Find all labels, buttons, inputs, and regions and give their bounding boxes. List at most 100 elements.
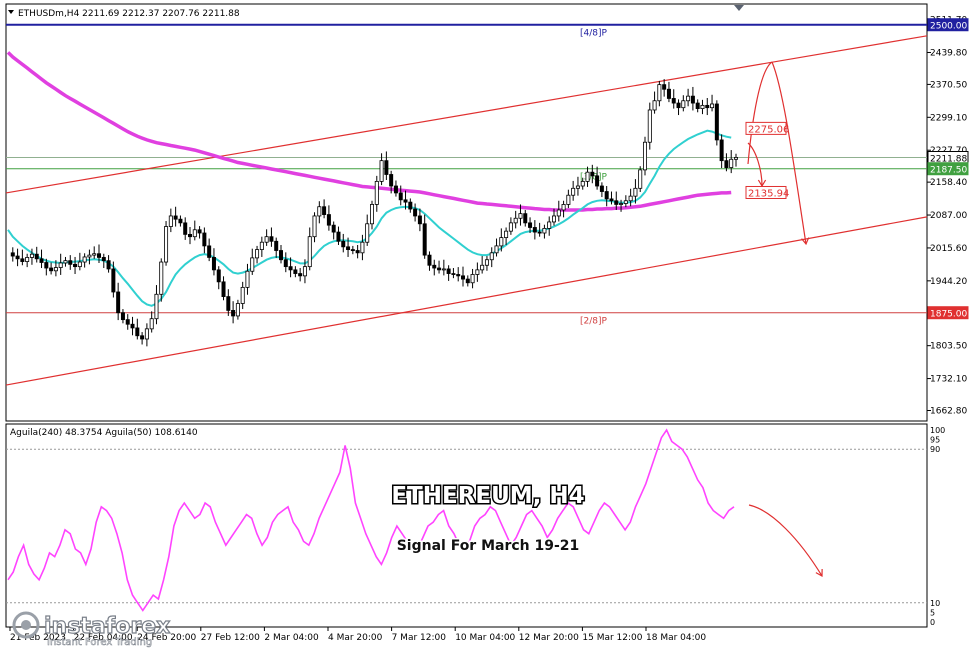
candle-body — [628, 195, 633, 202]
candle-body — [676, 102, 681, 109]
candle-body — [422, 223, 427, 256]
candle-body — [580, 180, 585, 187]
indicator-tick-label: 100 — [930, 426, 945, 435]
candle-body — [441, 268, 446, 271]
candle-body — [714, 103, 719, 141]
price-tick-label: 1944.20 — [930, 277, 967, 287]
price-tick-label: 1662.80 — [930, 406, 967, 416]
candle-body — [633, 187, 638, 197]
candle-body — [417, 215, 422, 225]
candle-body — [499, 237, 504, 247]
candle-body — [638, 169, 643, 189]
annotation-label-0: 2275.06 — [748, 124, 789, 135]
axis-price-tag-label-0: 2500.00 — [930, 22, 967, 32]
candle-body — [695, 102, 700, 109]
candle-body — [326, 214, 331, 226]
candle-body — [264, 236, 269, 243]
candle-body — [413, 208, 418, 217]
candle-body — [480, 264, 485, 271]
candle-body — [120, 312, 125, 321]
candle-body — [255, 249, 260, 259]
candle-body — [547, 221, 552, 229]
candle-body — [571, 187, 576, 196]
candle-body — [427, 254, 432, 266]
candle-body — [44, 262, 49, 269]
candle-body — [274, 240, 279, 251]
candle-body — [159, 261, 164, 295]
candle-body — [116, 291, 121, 314]
candle-body — [590, 171, 595, 177]
price-tick-label: 2015.60 — [930, 244, 967, 254]
time-tick-label: 7 Mar 12:00 — [392, 633, 447, 643]
trading-chart[interactable]: [4/8]P[3/8]P[2/8]P 2275.062135.94 2511.7… — [0, 0, 976, 650]
candle-body — [465, 278, 470, 284]
candle-body — [322, 206, 327, 215]
candle-body — [556, 209, 561, 217]
candle-body — [312, 215, 317, 238]
candle-body — [49, 267, 54, 272]
candle-body — [609, 198, 614, 202]
brand-tagline: Instant Forex Trading — [47, 637, 152, 648]
candle-body — [595, 175, 600, 187]
candle-body — [331, 224, 336, 233]
candle-body — [29, 253, 34, 258]
candle-body — [604, 191, 609, 200]
candle-body — [710, 103, 715, 109]
candle-body — [73, 263, 78, 268]
candle-body — [432, 264, 437, 269]
candle-body — [168, 215, 173, 227]
candle-body — [183, 222, 188, 235]
overlay-subtitle: Signal For March 19-21 — [397, 538, 580, 554]
candle-body — [341, 240, 346, 248]
candle-body — [140, 335, 145, 340]
indicator-tick-label: 90 — [930, 445, 940, 454]
candle-body — [403, 199, 408, 203]
candle-body — [523, 213, 528, 224]
candle-body — [207, 245, 212, 258]
candle-body — [178, 218, 183, 224]
candle-body — [317, 206, 322, 217]
candle-body — [226, 296, 231, 311]
indicator-info: Aguila(240) 48.3754 Aguila(50) 108.6140 — [10, 428, 198, 438]
candle-body — [456, 274, 461, 277]
candle-body — [39, 258, 44, 263]
candle-body — [700, 104, 705, 109]
candle-body — [542, 227, 547, 234]
candle-body — [643, 141, 648, 171]
candle-body — [346, 246, 351, 250]
price-tick-label: 1803.50 — [930, 342, 967, 352]
indicator-tick-label: 5 — [930, 608, 935, 617]
candle-body — [705, 104, 710, 109]
indicator-tick-label: 95 — [930, 436, 940, 445]
candle-body — [614, 200, 619, 205]
candle-body — [671, 98, 676, 104]
candle-body — [623, 200, 628, 204]
logo-dot-icon — [21, 620, 31, 630]
candle-body — [389, 174, 394, 187]
candle-body — [97, 253, 102, 258]
candle-body — [250, 257, 255, 272]
candle-body — [690, 95, 695, 104]
candle-body — [92, 253, 97, 256]
candle-body — [202, 232, 207, 247]
candle-body — [724, 160, 729, 168]
price-tick-label: 2299.10 — [930, 113, 967, 123]
candle-body — [15, 255, 20, 260]
candle-body — [446, 268, 451, 274]
candle-body — [460, 275, 465, 280]
brand-name: instaforex — [44, 614, 170, 639]
candle-body — [686, 95, 691, 102]
candle-body — [231, 310, 236, 317]
candle-body — [293, 269, 298, 274]
time-tick-label: 2 Mar 04:00 — [264, 633, 319, 643]
candle-body — [82, 256, 87, 263]
candle-body — [599, 185, 604, 192]
candle-body — [379, 160, 384, 182]
candle-body — [10, 252, 15, 257]
symbol-info: ETHUSDm,H4 2211.69 2212.37 2207.76 2211.… — [18, 9, 240, 19]
candle-body — [647, 109, 652, 143]
candle-body — [360, 241, 365, 254]
candle-body — [408, 201, 413, 210]
time-tick-label: 27 Feb 12:00 — [201, 633, 260, 643]
candle-body — [25, 257, 30, 262]
